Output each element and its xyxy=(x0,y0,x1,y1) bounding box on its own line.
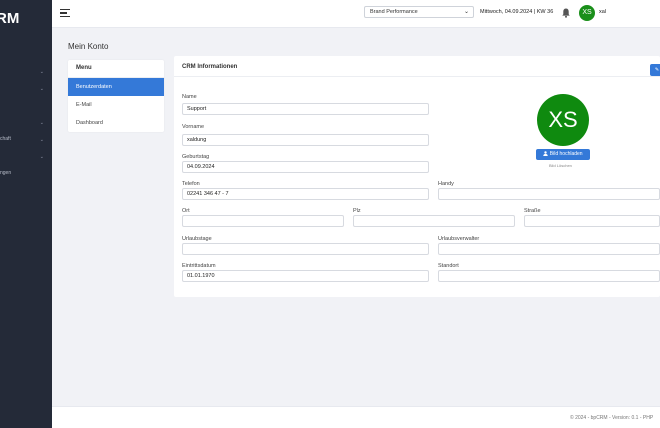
edit-button[interactable]: ✎ xyxy=(650,64,660,76)
ort-label: Ort xyxy=(182,208,190,214)
geburtstag-label: Geburtstag xyxy=(182,154,210,160)
crm-info-card: CRM Informationen xyxy=(174,56,660,297)
sidebar: RM ⌄ ⌄ ⌄ chaft ⌄ ⌄ ngen xyxy=(0,0,52,428)
profile-avatar: XS xyxy=(537,94,589,146)
crm-heading: CRM Informationen xyxy=(182,64,238,70)
standort-label: Standort xyxy=(438,263,459,269)
urlaubstage-label: Urlaubstage xyxy=(182,236,212,242)
strasse-field[interactable] xyxy=(524,215,660,227)
urlaubsverwalter-field[interactable] xyxy=(438,243,660,255)
sidebar-item-5[interactable]: ⌄ xyxy=(0,153,52,163)
bell-icon[interactable] xyxy=(562,8,570,18)
plz-label: Plz xyxy=(353,208,361,214)
sidebar-item-2[interactable]: ⌄ xyxy=(0,85,52,95)
divider xyxy=(174,76,660,77)
ort-field[interactable] xyxy=(182,215,344,227)
sidebar-item-label: chaft xyxy=(0,136,11,142)
name-label: Name xyxy=(182,94,197,100)
urlaubstage-field[interactable] xyxy=(182,243,429,255)
eintrittsdatum-label: Eintrittsdatum xyxy=(182,263,216,269)
brand-select-value: Brand Performance xyxy=(370,9,418,15)
app-logo[interactable]: RM xyxy=(0,10,19,27)
plz-field[interactable] xyxy=(353,215,515,227)
sidebar-item-6[interactable]: ngen xyxy=(0,170,52,180)
menu-item-email[interactable]: E-Mail xyxy=(68,96,164,114)
handy-field[interactable] xyxy=(438,188,660,200)
upload-image-label: Bild hochladen xyxy=(549,151,583,157)
standort-field[interactable] xyxy=(438,270,660,282)
chevron-down-icon: ⌄ xyxy=(39,137,44,143)
sidebar-item-label: ngen xyxy=(0,170,12,176)
page-title: Mein Konto xyxy=(68,42,109,51)
upload-image-button[interactable]: Bild hochladen xyxy=(536,149,590,160)
telefon-field[interactable] xyxy=(182,188,429,200)
menu-item-label: Benutzerdaten xyxy=(76,84,112,90)
footer: © 2024 - bpCRM - Version: 0.1 - PHP xyxy=(52,406,660,428)
vorname-field[interactable] xyxy=(182,134,429,146)
sidebar-item-4[interactable]: chaft ⌄ xyxy=(0,136,52,146)
menu-item-dashboard[interactable]: Dashboard xyxy=(68,114,164,132)
menu-item-label: E-Mail xyxy=(76,102,92,108)
chevron-down-icon: ⌄ xyxy=(39,86,44,92)
telefon-label: Telefon xyxy=(182,181,200,187)
sidebar-item-3[interactable]: ⌄ xyxy=(0,119,52,129)
chevron-down-icon: ⌄ xyxy=(463,9,469,15)
sidebar-item-1[interactable]: ⌄ xyxy=(0,68,52,78)
vorname-label: Vorname xyxy=(182,124,205,130)
chevron-down-icon: ⌄ xyxy=(39,120,44,126)
user-upload-icon xyxy=(543,150,549,156)
footer-text: © 2024 - bpCRM - Version: 0.1 - PHP xyxy=(570,415,654,421)
handy-label: Handy xyxy=(438,181,454,187)
name-field[interactable] xyxy=(182,103,429,115)
user-name[interactable]: xal xyxy=(599,9,606,15)
chevron-down-icon: ⌄ xyxy=(39,69,44,75)
menu-heading: Menu xyxy=(76,65,92,71)
urlaubsverwalter-label: Urlaubsverwalter xyxy=(438,236,480,242)
eintrittsdatum-field[interactable] xyxy=(182,270,429,282)
user-avatar[interactable]: XS xyxy=(579,5,595,21)
geburtstag-field[interactable] xyxy=(182,161,429,173)
strasse-label: Straße xyxy=(524,208,541,214)
brand-select[interactable]: Brand Performance ⌄ xyxy=(364,6,474,18)
delete-image-link[interactable]: Bild Löschen xyxy=(549,163,572,168)
current-date: Mittwoch, 04.09.2024 | KW 36 xyxy=(480,9,554,15)
menu-item-label: Dashboard xyxy=(76,120,103,126)
account-menu-card: Menu Benutzerdaten E-Mail Dashboard xyxy=(68,60,164,132)
chevron-down-icon: ⌄ xyxy=(39,154,44,160)
hamburger-menu-icon[interactable] xyxy=(60,9,70,17)
menu-item-benutzerdaten[interactable]: Benutzerdaten xyxy=(68,78,164,96)
